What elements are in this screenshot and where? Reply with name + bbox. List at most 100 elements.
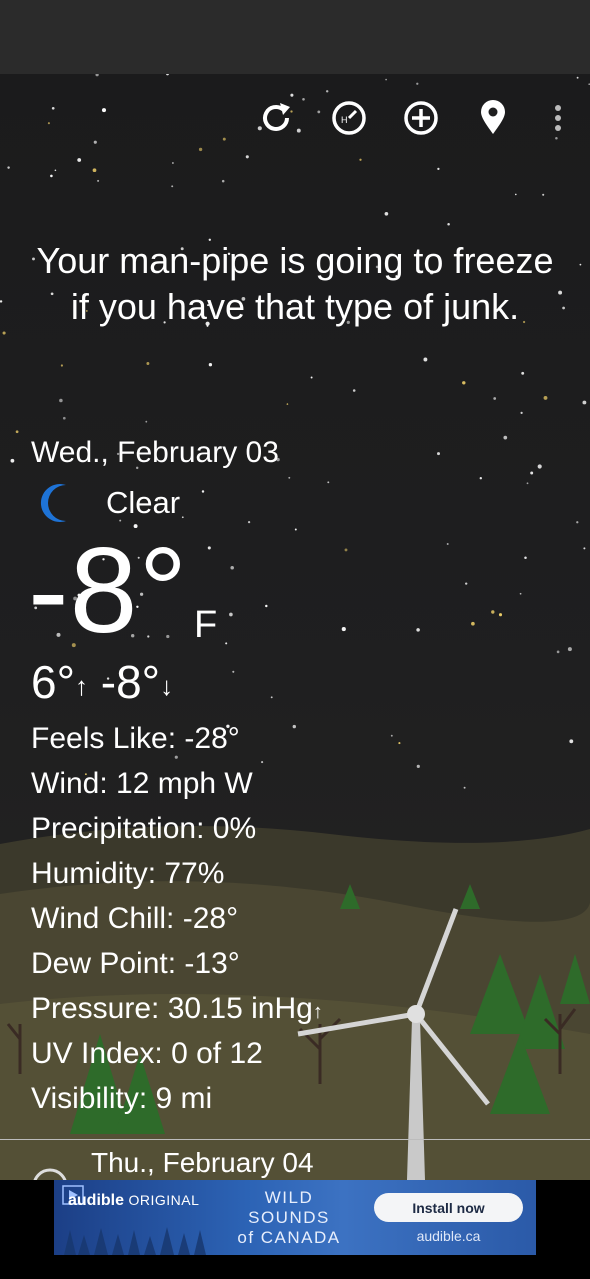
detail-label: Dew Point	[31, 947, 168, 980]
star	[416, 764, 420, 768]
star	[146, 362, 150, 365]
detail-label: Wind	[31, 767, 100, 800]
detail-separator: :	[154, 1037, 172, 1070]
detail-value: 9 mi	[155, 1082, 213, 1115]
detail-value: 30.15 inHg	[167, 992, 313, 1025]
star	[567, 647, 572, 652]
detail-row: Humidity: 77%	[31, 851, 323, 896]
star	[385, 78, 387, 81]
star	[10, 458, 15, 463]
star	[7, 166, 10, 169]
next-day-date[interactable]: Thu., February 04	[91, 1147, 314, 1179]
detail-value: -13°	[184, 947, 240, 980]
detail-row: Dew Point: -13°	[31, 941, 323, 986]
star	[437, 167, 440, 171]
star	[583, 547, 586, 550]
star	[344, 548, 348, 552]
ad-banner[interactable]: audible ORIGINAL WILD SOUNDS of CANADA I…	[54, 1180, 536, 1255]
detail-separator: :	[151, 992, 168, 1025]
star	[245, 155, 249, 159]
star	[59, 398, 63, 403]
high-low: 6°↑ -8°↓	[31, 654, 173, 714]
star	[325, 90, 329, 93]
detail-label: Humidity	[31, 857, 148, 890]
refresh-icon[interactable]	[254, 96, 298, 140]
star	[491, 610, 495, 614]
star	[286, 403, 289, 405]
star	[562, 306, 565, 310]
star	[327, 481, 330, 484]
next-day-icon	[30, 1166, 70, 1180]
star	[519, 592, 522, 595]
star	[221, 179, 225, 183]
detail-row: Wind: 12 mph W	[31, 761, 323, 806]
star	[92, 168, 97, 173]
detail-value: 77%	[164, 857, 225, 890]
detail-label: Precipitation	[31, 812, 197, 845]
ad-install-button[interactable]: Install now	[374, 1193, 523, 1222]
detail-value: -28°	[182, 902, 239, 935]
star	[503, 435, 508, 440]
star	[423, 357, 428, 362]
current-date: Wed., February 03	[31, 436, 279, 469]
star	[576, 521, 579, 524]
weather-quote: Your man-pipe is going to freeze if you …	[36, 240, 554, 327]
low-temp: -8°	[100, 656, 161, 708]
star	[15, 430, 19, 434]
location-pin-icon[interactable]	[471, 96, 515, 140]
weather-details: Feels Like: -28° Wind: 12 mph W Precipitat…	[31, 716, 323, 1121]
star	[446, 543, 449, 545]
star	[398, 742, 401, 745]
ad-brand: audible ORIGINAL	[68, 1192, 199, 1210]
hourly-clock-icon[interactable]: H	[327, 96, 371, 140]
star	[166, 74, 169, 76]
detail-row: UV Index: 0 of 12	[31, 1031, 323, 1076]
star	[463, 786, 466, 789]
star	[145, 420, 148, 423]
svg-text:H: H	[341, 115, 348, 125]
star	[201, 490, 205, 493]
detail-label: Feels Like	[31, 722, 168, 755]
ad-area: audible ORIGINAL WILD SOUNDS of CANADA I…	[0, 1180, 590, 1279]
temperature-unit: F	[194, 604, 218, 646]
star	[97, 179, 100, 182]
star	[2, 331, 6, 335]
star	[93, 140, 97, 144]
star	[520, 411, 523, 415]
detail-label: UV Index	[31, 1037, 155, 1070]
star	[498, 613, 503, 617]
detail-separator: :	[196, 812, 213, 845]
star	[229, 612, 233, 617]
moon-icon	[40, 484, 66, 522]
star	[521, 371, 525, 375]
star	[530, 471, 534, 475]
star	[524, 556, 527, 560]
down-arrow-icon: ↓	[160, 670, 174, 701]
overflow-menu-icon[interactable]	[534, 96, 578, 140]
star	[576, 76, 579, 79]
star	[54, 169, 57, 172]
detail-row: Feels Like: -28°	[31, 716, 323, 761]
star	[352, 389, 356, 392]
star	[471, 621, 475, 626]
add-circle-icon[interactable]	[399, 96, 443, 140]
star	[542, 193, 545, 196]
star	[384, 211, 389, 216]
detail-label: Visibility	[31, 1082, 139, 1115]
star	[515, 193, 517, 196]
star	[465, 582, 468, 585]
detail-separator: :	[147, 857, 165, 890]
detail-row: Visibility: 9 mi	[31, 1076, 323, 1121]
star	[543, 395, 548, 400]
star	[416, 628, 420, 632]
star	[462, 381, 466, 385]
detail-separator: :	[138, 1082, 156, 1115]
star	[50, 174, 53, 178]
star	[537, 464, 542, 469]
detail-value: -28°	[184, 722, 240, 755]
detail-row: Wind Chill: -28°	[31, 896, 323, 941]
star	[0, 300, 3, 303]
star	[230, 566, 234, 570]
star	[288, 476, 291, 479]
detail-separator: :	[167, 947, 185, 980]
